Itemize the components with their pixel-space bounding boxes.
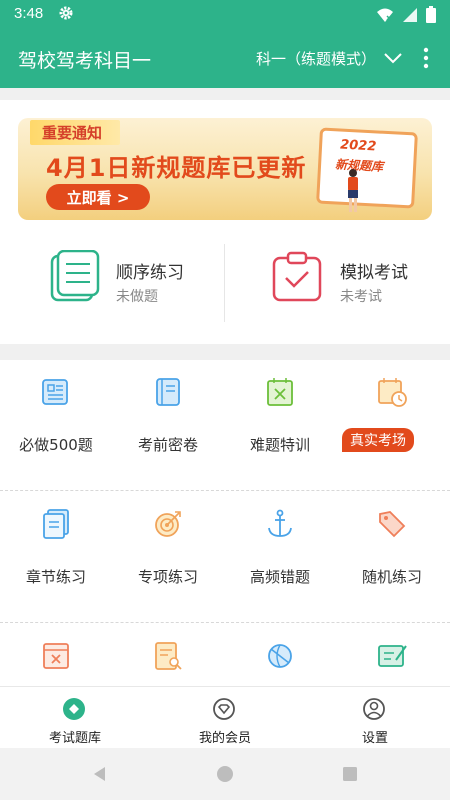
banner-section: 重要通知 4月1日新规题库已更新 立即看 > 2022 新规题库 — [0, 100, 450, 312]
banner-tag: 重要通知 — [30, 120, 121, 145]
feature-label: 随机练习 — [361, 568, 422, 586]
feature-label: 专项练习 — [137, 568, 198, 586]
list-note-icon — [50, 250, 100, 302]
feature-chapter-practice[interactable]: 章节练习 — [0, 492, 112, 622]
more-vert-icon[interactable] — [420, 46, 432, 70]
gear-icon — [59, 6, 73, 20]
feature-hard-questions[interactable]: 难题特训 — [224, 360, 336, 490]
wrong-doc-icon — [43, 643, 69, 669]
search-doc-icon — [155, 642, 182, 670]
status-time: 3:48 — [14, 5, 44, 22]
banner-cta-button[interactable]: 立即看 > — [46, 184, 150, 210]
nav-my-membership[interactable]: 我的会员 — [150, 687, 300, 749]
feature-must-do-500[interactable]: 必做500题 — [0, 360, 112, 490]
diamond-icon — [63, 698, 85, 720]
calendar-clock-icon — [378, 378, 407, 407]
feature-row: 必做500题 考前密卷 难题特训 真实考场 — [0, 360, 450, 490]
back-icon[interactable] — [90, 764, 110, 784]
system-icons — [376, 6, 436, 23]
newspaper-icon — [42, 379, 68, 405]
practice-section: 顺序练习 未做题 模拟考试 未考试 — [0, 230, 450, 344]
divider — [224, 244, 225, 322]
feature-wrong-answers[interactable] — [0, 624, 112, 686]
real-exam-badge: 真实考场 — [342, 428, 414, 452]
home-icon[interactable] — [215, 764, 235, 784]
row-divider — [0, 622, 450, 623]
cross-doc-icon — [267, 378, 293, 406]
feature-row — [0, 624, 450, 686]
feature-globe[interactable] — [224, 624, 336, 686]
practice-name: 模拟考试 — [340, 263, 408, 283]
feature-row: 章节练习 专项练习 高频错题 随机练习 — [0, 492, 450, 622]
chevron-down-icon[interactable] — [383, 48, 403, 68]
feature-label: 必做500题 — [19, 436, 93, 454]
stack-doc-icon — [43, 509, 69, 539]
feature-label: 难题特训 — [249, 436, 310, 454]
nav-label: 考试题库 — [48, 731, 101, 746]
banner-headline: 4月1日新规题库已更新 — [46, 154, 307, 182]
feature-grid: 必做500题 考前密卷 难题特训 真实考场 章节练习 专项练习 高频错题 随机练… — [0, 360, 450, 686]
system-navigation-bar — [0, 748, 450, 800]
edit-board-icon — [378, 645, 407, 667]
mock-exam-card[interactable]: 模拟考试 未考试 — [272, 250, 450, 320]
app-bar: 驾校驾考科目一 科一（练题模式） — [0, 28, 450, 88]
feature-special-practice[interactable]: 专项练习 — [112, 492, 224, 622]
practice-status: 未考试 — [340, 289, 382, 305]
feature-pre-exam-papers[interactable]: 考前密卷 — [112, 360, 224, 490]
anchor-icon — [268, 509, 292, 537]
mode-selector[interactable]: 科一（练题模式） — [256, 48, 376, 69]
exam-board-icon — [272, 251, 322, 302]
app-title: 驾校驾考科目一 — [18, 50, 152, 72]
feature-real-exam-room[interactable]: 真实考场 — [336, 360, 448, 490]
nav-settings[interactable]: 设置 — [300, 687, 450, 749]
feature-random-practice[interactable]: 随机练习 — [336, 492, 448, 622]
tags-icon — [379, 511, 406, 538]
feature-search-questions[interactable] — [112, 624, 224, 686]
sequential-practice-card[interactable]: 顺序练习 未做题 — [48, 250, 248, 320]
signal-icon — [403, 7, 417, 22]
bottom-navigation: 考试题库 我的会员 设置 — [0, 686, 450, 749]
wifi-icon — [377, 8, 393, 22]
target-icon — [155, 511, 181, 537]
banner-board-year: 2022 — [339, 137, 377, 155]
nav-label: 我的会员 — [198, 731, 251, 746]
person-illustration — [348, 169, 358, 212]
nav-label: 设置 — [361, 731, 388, 746]
status-bar: 3:48 — [0, 0, 450, 28]
practice-status: 未做题 — [116, 289, 158, 305]
promo-banner[interactable]: 重要通知 4月1日新规题库已更新 立即看 > 2022 新规题库 — [18, 118, 432, 220]
battery-icon — [426, 6, 436, 23]
vip-icon — [213, 698, 235, 720]
feature-label: 考前密卷 — [137, 436, 198, 454]
practice-name: 顺序练习 — [116, 263, 184, 283]
feature-label: 高频错题 — [249, 568, 310, 586]
banner-board-illustration: 2022 新规题库 — [316, 127, 418, 209]
nav-exam-bank[interactable]: 考试题库 — [0, 687, 150, 749]
user-icon — [363, 698, 385, 720]
feature-label: 章节练习 — [25, 568, 86, 586]
row-divider — [0, 490, 450, 491]
book-icon — [156, 378, 180, 406]
feature-notes[interactable] — [336, 624, 448, 686]
recents-icon[interactable] — [340, 764, 360, 784]
globe-icon — [268, 644, 292, 668]
feature-frequent-errors[interactable]: 高频错题 — [224, 492, 336, 622]
